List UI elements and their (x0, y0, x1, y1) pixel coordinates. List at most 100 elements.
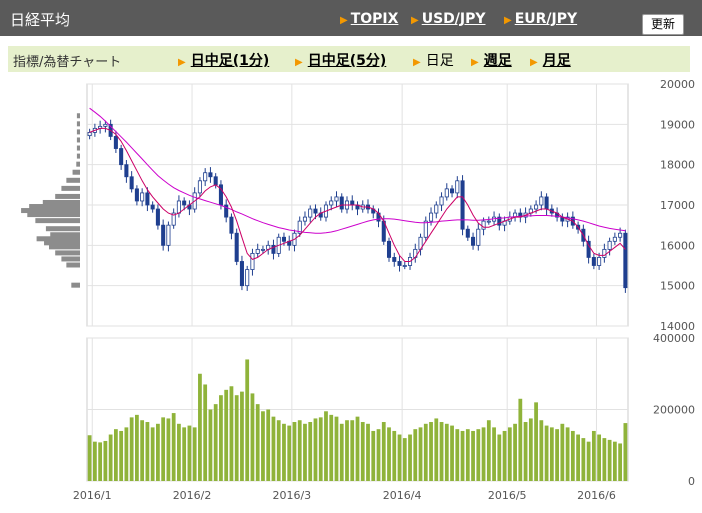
volume-bar (497, 434, 502, 481)
candle-up (308, 208, 313, 218)
candle-down (471, 236, 476, 246)
price-y-tick-label: 18000 (660, 159, 695, 172)
volume-profile-bar (76, 153, 80, 159)
candle-down (113, 136, 118, 149)
candle-down (313, 208, 318, 214)
volume-bar (471, 430, 475, 481)
x-tick-label: 2016/4 (383, 489, 422, 502)
volume-bar (465, 429, 470, 481)
volume-bar (219, 395, 223, 481)
volume-bar (597, 434, 602, 481)
volume-profile-bar (45, 226, 80, 232)
volume-bar (150, 427, 155, 481)
volume-bar (287, 425, 292, 481)
volume-bar (303, 423, 307, 481)
volume-bar (565, 427, 570, 481)
volume-profile-bar (76, 129, 80, 135)
volume-bar (387, 427, 391, 481)
candle-down (623, 232, 628, 289)
volume-bar (166, 418, 171, 481)
candle-up (534, 204, 539, 210)
x-tick-label: 2016/5 (488, 489, 527, 502)
candle-up (103, 123, 108, 127)
candle-down (392, 257, 397, 262)
volume-bar (618, 443, 623, 481)
candle-up (197, 180, 202, 194)
candle-down (134, 188, 139, 202)
volume-bar (591, 430, 596, 481)
candle-up (429, 212, 434, 222)
volume-bar (224, 389, 229, 481)
volume-bar (98, 442, 103, 481)
volume-bar (271, 416, 276, 481)
volume-bar (523, 422, 528, 481)
volume-bar (355, 416, 360, 481)
volume-bar (234, 395, 239, 481)
volume-bar (450, 425, 454, 481)
candle-up (166, 224, 171, 246)
volume-bar (371, 430, 376, 481)
nikkei-chart: 1400015000160001700018000190002000002000… (21, 78, 695, 502)
volume-bar (602, 438, 607, 481)
volume-bar (418, 427, 423, 481)
volume-bar (581, 438, 586, 481)
candle-up (434, 204, 439, 214)
volume-bar (476, 429, 481, 481)
candle-down (182, 200, 187, 206)
volume-profile-bar (50, 232, 80, 238)
volume-bar (182, 427, 187, 481)
volume-profile-bar (55, 193, 80, 199)
volume-bar (108, 434, 113, 481)
price-y-tick-label: 19000 (660, 118, 695, 131)
volume-bar (429, 422, 433, 481)
candle-down (119, 148, 124, 166)
candle-up (255, 248, 260, 254)
candle-down (386, 240, 392, 258)
volume-bar (528, 418, 533, 481)
candle-up (597, 257, 602, 266)
candle-up (602, 248, 607, 258)
volume-bar (486, 420, 491, 481)
candle-down (465, 228, 470, 238)
candle-up (87, 131, 92, 137)
volume-bar (549, 427, 554, 481)
volume-bar (576, 434, 580, 481)
candle-up (260, 248, 265, 251)
volume-y-tick-label: 200000 (653, 404, 695, 417)
candle-up (455, 180, 460, 194)
volume-profile-bar (42, 199, 80, 205)
volume-bar (313, 418, 318, 481)
volume-bar (276, 420, 281, 481)
volume-bar (282, 423, 286, 481)
volume-bar (187, 425, 192, 481)
candle-down (145, 192, 150, 206)
volume-bar (607, 439, 612, 481)
volume-bar (439, 422, 444, 481)
volume-profile-bar (66, 177, 80, 183)
volume-bar (198, 373, 202, 481)
price-y-tick-label: 16000 (660, 239, 695, 252)
candle-down (150, 204, 155, 210)
candle-up (329, 200, 334, 206)
volume-bar (534, 402, 538, 481)
candle-up (250, 252, 255, 270)
candle-down (544, 196, 549, 210)
volume-bar (397, 434, 402, 481)
candle-up (203, 172, 208, 182)
volume-bar (402, 438, 407, 481)
volume-bar (156, 423, 160, 481)
volume-bar (570, 430, 575, 481)
candle-up (481, 220, 486, 230)
volume-bar (460, 430, 465, 481)
volume-bar (213, 404, 218, 481)
price-y-tick-label: 17000 (660, 199, 695, 212)
volume-bar (135, 414, 139, 481)
candle-up (334, 196, 339, 202)
volume-bar (124, 427, 129, 481)
volume-profile-bar (61, 185, 80, 191)
volume-bar (586, 441, 591, 481)
candle-down (239, 261, 244, 287)
volume-profile-bar (66, 262, 80, 268)
volume-profile-bar (71, 282, 80, 288)
volume-bar (376, 429, 381, 481)
